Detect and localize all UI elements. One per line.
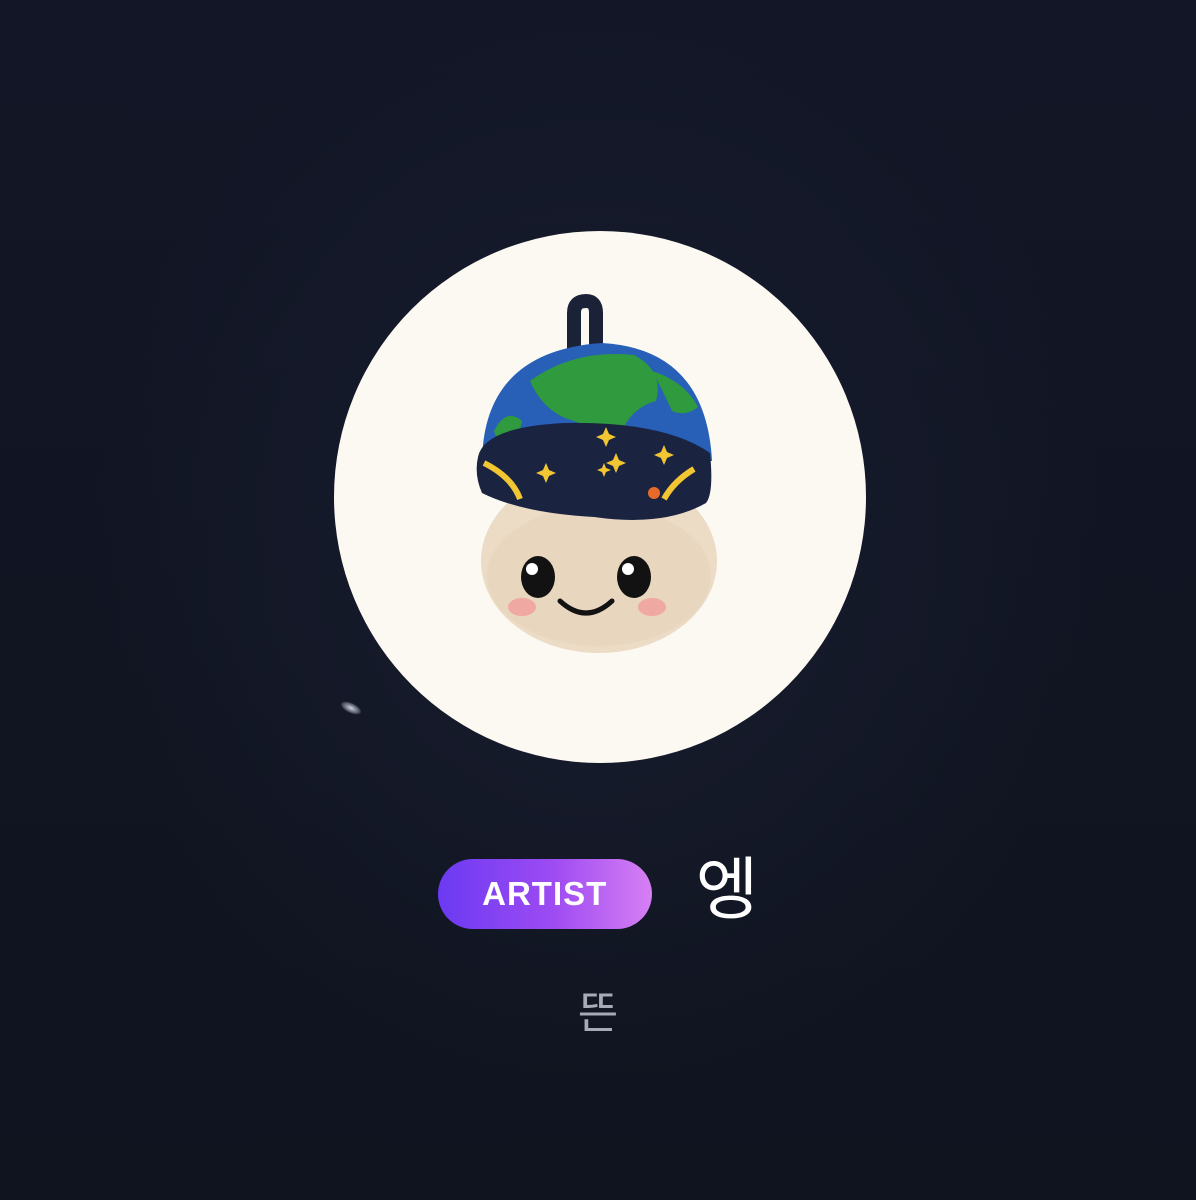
artist-name: 엥 <box>695 851 759 930</box>
artist-sub-name: 뜬 <box>577 988 619 1039</box>
profile-name-row: ARTIST 엥 <box>0 846 1196 936</box>
plush-doll-avatar-icon <box>476 293 717 653</box>
profile-avatar[interactable] <box>334 231 866 763</box>
artist-badge: ARTIST <box>437 859 652 929</box>
